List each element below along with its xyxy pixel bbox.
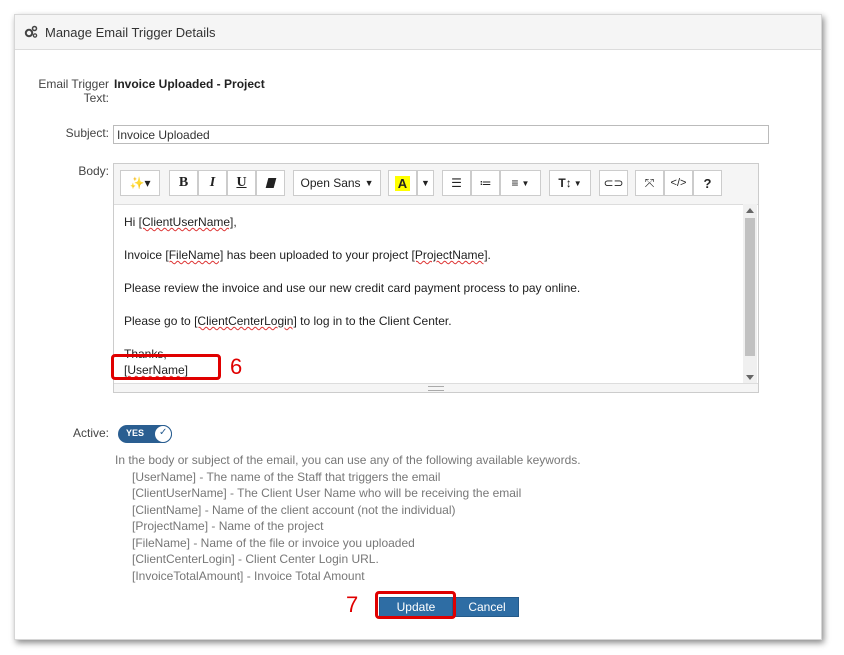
email-trigger-value: Invoice Uploaded - Project xyxy=(114,77,265,91)
help-intro: In the body or subject of the email, you… xyxy=(115,453,581,467)
editor-scrollbar[interactable] xyxy=(743,204,757,384)
fullscreen-icon: ⤧ xyxy=(644,175,655,190)
caret-down-icon: ▼ xyxy=(421,178,430,188)
active-label: Active: xyxy=(72,426,109,440)
eraser-button[interactable] xyxy=(256,170,285,196)
font-family-value: Open Sans xyxy=(300,176,361,190)
editor-resize-handle[interactable] xyxy=(114,383,758,392)
scroll-thumb[interactable] xyxy=(745,218,755,356)
toggle-state: YES xyxy=(126,428,145,438)
keyword-item: [ClientName] - Name of the client accoun… xyxy=(132,502,456,517)
cancel-button[interactable]: Cancel xyxy=(455,597,519,617)
text-size-icon: T↕ xyxy=(558,176,572,190)
keyword-item: [FileName] - Name of the file or invoice… xyxy=(132,535,415,550)
keyword-item: [UserName] - The name of the Staff that … xyxy=(132,469,441,484)
toggle-knob: ✓ xyxy=(154,425,172,443)
check-icon: ✓ xyxy=(159,427,168,438)
resize-grip-icon xyxy=(428,386,444,391)
bold-button[interactable]: B xyxy=(169,170,198,196)
color-dropdown-button[interactable]: ▼ xyxy=(417,170,434,196)
caret-down-icon: ▼ xyxy=(364,178,374,188)
keyword-item: [ClientUserName] - The Client User Name … xyxy=(132,486,522,500)
keyword-item: [ProjectName] - Name of the project xyxy=(132,519,324,533)
body-line-greeting: Hi [ClientUserName], xyxy=(124,215,237,229)
align-left-icon: ≡ xyxy=(511,176,519,190)
keyword-item: [ClientCenterLogin] - Client Center Logi… xyxy=(132,552,379,566)
dialog-header: Manage Email Trigger Details xyxy=(15,15,821,50)
unordered-list-button[interactable]: ☰ xyxy=(442,170,471,196)
annotation-step-6: 6 xyxy=(230,354,243,379)
help-button[interactable]: ? xyxy=(693,170,722,196)
align-dropdown-button[interactable]: ≡ ▼ xyxy=(500,170,541,196)
annotation-box-update xyxy=(375,591,456,619)
text-size-button[interactable]: T↕ ▼ xyxy=(549,170,591,196)
magic-wand-icon: ✨▾ xyxy=(129,176,151,190)
active-toggle[interactable]: YES ✓ xyxy=(118,425,172,443)
scroll-down-icon[interactable] xyxy=(746,375,754,380)
highlight-icon: A xyxy=(394,175,411,191)
fullscreen-button[interactable]: ⤧ xyxy=(635,170,664,196)
dialog-title: Manage Email Trigger Details xyxy=(45,25,216,40)
font-family-dropdown[interactable]: Open Sans ▼ xyxy=(293,170,381,196)
unordered-list-icon: ☰ xyxy=(451,176,462,190)
caret-down-icon: ▼ xyxy=(573,178,582,188)
ordered-list-button[interactable]: ≔ xyxy=(471,170,500,196)
editor-toolbar: ✨▾ B I U Open Sans ▼ A ▼ ☰ ≔ ≡ ▼ T↕ ▼ ⊂⊃… xyxy=(114,164,758,205)
body-label: Body: xyxy=(78,164,109,178)
eraser-icon xyxy=(265,178,276,188)
link-button[interactable]: ⊂⊃ xyxy=(599,170,628,196)
magic-wand-button[interactable]: ✨▾ xyxy=(120,170,160,196)
subject-label: Subject: xyxy=(65,126,109,140)
keywords-help: In the body or subject of the email, you… xyxy=(115,452,581,584)
highlight-color-button[interactable]: A xyxy=(388,170,417,196)
body-line-review: Please review the invoice and use our ne… xyxy=(124,281,581,295)
code-view-button[interactable]: </> xyxy=(664,170,693,196)
email-trigger-label: Email Trigger Text: xyxy=(38,77,109,105)
scroll-up-icon[interactable] xyxy=(746,208,754,213)
gears-icon xyxy=(24,25,38,38)
annotation-step-7: 7 xyxy=(346,592,359,617)
ordered-list-icon: ≔ xyxy=(479,176,492,190)
body-line-invoice: Invoice [FileName] has been uploaded to … xyxy=(124,248,491,262)
italic-button[interactable]: I xyxy=(198,170,227,196)
body-line-login: Please go to [ClientCenterLogin] to log … xyxy=(124,314,452,328)
caret-down-icon: ▼ xyxy=(521,178,530,188)
annotation-box-username xyxy=(111,354,221,380)
underline-button[interactable]: U xyxy=(227,170,256,196)
keyword-item: [InvoiceTotalAmount] - Invoice Total Amo… xyxy=(132,568,365,583)
link-icon: ⊂⊃ xyxy=(603,176,624,190)
dialog-panel: Manage Email Trigger Details Email Trigg… xyxy=(14,14,822,640)
subject-input[interactable]: Invoice Uploaded xyxy=(113,125,769,144)
